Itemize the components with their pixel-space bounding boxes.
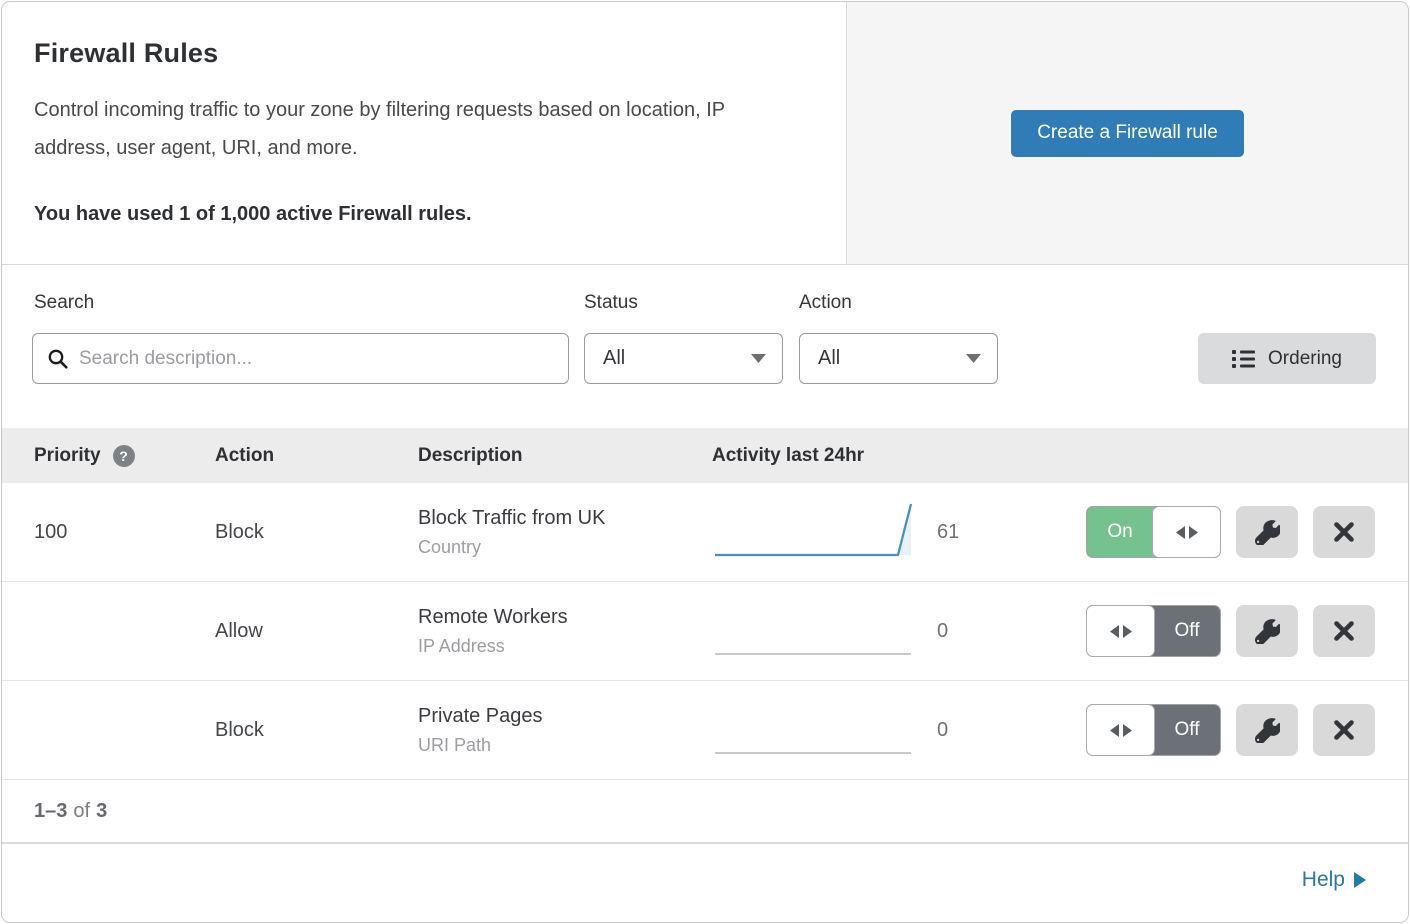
rule-enabled-toggle[interactable]: Off — [1086, 605, 1221, 657]
close-icon — [1333, 521, 1355, 543]
help-link-label: Help — [1302, 868, 1345, 892]
status-label: Status — [584, 292, 638, 314]
edit-rule-button[interactable] — [1236, 605, 1298, 657]
firewall-rules-card: Firewall Rules Control incoming traffic … — [1, 1, 1409, 923]
wrench-icon — [1255, 619, 1280, 644]
ordering-list-icon — [1232, 349, 1255, 368]
delete-rule-button[interactable] — [1313, 605, 1375, 657]
column-action: Action — [215, 445, 418, 467]
rule-action: Block — [215, 719, 418, 742]
intro-text-panel: Firewall Rules Control incoming traffic … — [2, 2, 847, 264]
status-select[interactable]: All — [584, 333, 783, 384]
toggle-state-label: On — [1087, 507, 1153, 557]
ordering-button-label: Ordering — [1268, 348, 1342, 370]
rule-priority: 100 — [34, 521, 215, 544]
rule-action: Allow — [215, 620, 418, 643]
chevron-down-icon — [751, 354, 766, 363]
pagination-range: 1–3 — [34, 800, 67, 823]
create-rule-panel: Create a Firewall rule — [847, 2, 1408, 264]
table-header: Priority ? Action Description Activity l… — [2, 428, 1408, 483]
toggle-handle-arrows-icon — [1152, 506, 1221, 558]
edit-rule-button[interactable] — [1236, 704, 1298, 756]
ordering-button[interactable]: Ordering — [1198, 333, 1376, 384]
rule-enabled-toggle[interactable]: On — [1086, 506, 1221, 558]
table-row: Allow Remote Workers IP Address 0 Off — [2, 582, 1408, 681]
toggle-state-label: Off — [1154, 705, 1220, 755]
close-icon — [1333, 620, 1355, 642]
search-input[interactable] — [79, 348, 554, 370]
rule-description: Block Traffic from UK — [418, 507, 712, 530]
rule-action: Block — [215, 521, 418, 544]
search-icon — [47, 348, 69, 370]
pagination-total: 3 — [96, 800, 107, 823]
activity-sparkline — [712, 596, 927, 666]
usage-note: You have used 1 of 1,000 active Firewall… — [34, 203, 786, 226]
close-icon — [1333, 719, 1355, 741]
intro-section: Firewall Rules Control incoming traffic … — [2, 2, 1408, 265]
activity-sparkline — [712, 695, 927, 765]
table-row: Block Private Pages URI Path 0 Off — [2, 681, 1408, 780]
create-firewall-rule-button[interactable]: Create a Firewall rule — [1011, 110, 1244, 157]
edit-rule-button[interactable] — [1236, 506, 1298, 558]
column-activity: Activity last 24hr — [712, 445, 864, 467]
rule-match-type: URI Path — [418, 735, 712, 756]
rule-match-type: IP Address — [418, 636, 712, 657]
pagination-bar: 1–3 of 3 — [2, 780, 1408, 844]
toggle-handle-arrows-icon — [1086, 704, 1155, 756]
activity-count: 0 — [927, 620, 997, 643]
page-description: Control incoming traffic to your zone by… — [34, 91, 786, 167]
delete-rule-button[interactable] — [1313, 506, 1375, 558]
rule-enabled-toggle[interactable]: Off — [1086, 704, 1221, 756]
wrench-icon — [1255, 718, 1280, 743]
search-label: Search — [34, 292, 94, 314]
priority-help-icon[interactable]: ? — [113, 445, 135, 467]
delete-rule-button[interactable] — [1313, 704, 1375, 756]
activity-count: 61 — [927, 521, 997, 544]
action-label: Action — [799, 292, 852, 314]
help-link[interactable]: Help — [1302, 868, 1366, 892]
rule-description: Remote Workers — [418, 606, 712, 629]
search-box — [32, 333, 569, 384]
status-select-value: All — [603, 347, 625, 370]
activity-sparkline — [712, 497, 927, 567]
column-priority: Priority — [34, 445, 101, 467]
table-row: 100 Block Block Traffic from UK Country … — [2, 483, 1408, 582]
help-bar: Help — [2, 844, 1408, 916]
column-description: Description — [418, 445, 712, 467]
action-select-value: All — [818, 347, 840, 370]
filters-section: Search Status Action All All — [2, 265, 1408, 428]
action-select[interactable]: All — [799, 333, 998, 384]
activity-count: 0 — [927, 719, 997, 742]
wrench-icon — [1255, 520, 1280, 545]
page-title: Firewall Rules — [34, 38, 786, 69]
chevron-down-icon — [966, 354, 981, 363]
help-arrow-icon — [1354, 872, 1366, 888]
pagination-of-text: of — [73, 800, 90, 823]
rule-match-type: Country — [418, 537, 712, 558]
toggle-handle-arrows-icon — [1086, 605, 1155, 657]
rule-description: Private Pages — [418, 705, 712, 728]
toggle-state-label: Off — [1154, 606, 1220, 656]
